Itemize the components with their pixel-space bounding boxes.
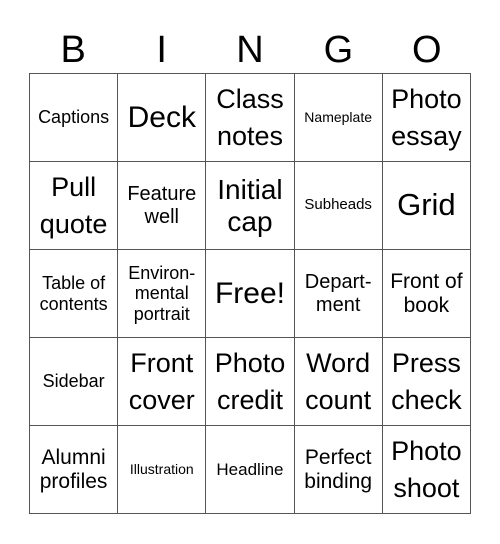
- bingo-cell[interactable]: Nameplate: [293, 73, 383, 162]
- bingo-cell[interactable]: Perfect binding: [293, 425, 383, 514]
- bingo-cell[interactable]: Photo essay: [381, 73, 472, 162]
- bingo-cell[interactable]: Headline: [205, 425, 295, 514]
- bingo-cell[interactable]: Alumni profiles: [28, 425, 119, 514]
- bingo-cell[interactable]: Table of contents: [28, 249, 119, 338]
- header-letter-o: O: [412, 29, 442, 71]
- bingo-cell[interactable]: Word count: [293, 337, 383, 426]
- grid-row: Captions Deck Class notes Nameplate Phot…: [28, 73, 472, 162]
- bingo-cell[interactable]: Illustration: [117, 425, 207, 514]
- bingo-cell[interactable]: Initial cap: [205, 161, 295, 250]
- bingo-cell[interactable]: Sidebar: [28, 337, 119, 426]
- grid-row: Pull quote Feature well Initial cap Subh…: [28, 161, 472, 250]
- header-letter-b: B: [60, 29, 86, 71]
- bingo-cell[interactable]: Captions: [28, 73, 119, 162]
- bingo-cell[interactable]: Deck: [117, 73, 207, 162]
- bingo-cell[interactable]: Class notes: [205, 73, 295, 162]
- grid-row: Table of contents Environ- mental portra…: [28, 249, 472, 338]
- bingo-cell[interactable]: Grid: [381, 161, 472, 250]
- bingo-cell[interactable]: Depart- ment: [293, 249, 383, 338]
- bingo-grid: Captions Deck Class notes Nameplate Phot…: [28, 73, 472, 514]
- bingo-cell[interactable]: Photo shoot: [381, 425, 472, 514]
- header-letter-i: I: [156, 29, 167, 71]
- bingo-cell[interactable]: Front cover: [117, 337, 207, 426]
- grid-row: Sidebar Front cover Photo credit Word co…: [28, 337, 472, 426]
- header-letter-n: N: [236, 29, 264, 71]
- bingo-cell[interactable]: Press check: [381, 337, 472, 426]
- bingo-cell[interactable]: Environ- mental portrait: [117, 249, 207, 338]
- free-space-cell[interactable]: Free!: [205, 249, 295, 338]
- bingo-cell[interactable]: Feature well: [117, 161, 207, 250]
- grid-row: Alumni profiles Illustration Headline Pe…: [28, 425, 472, 514]
- bingo-header: B I N G O: [29, 28, 471, 72]
- bingo-cell[interactable]: Front of book: [381, 249, 472, 338]
- header-letter-g: G: [323, 29, 354, 71]
- bingo-cell[interactable]: Pull quote: [28, 161, 119, 250]
- bingo-cell[interactable]: Photo credit: [205, 337, 295, 426]
- bingo-cell[interactable]: Subheads: [293, 161, 383, 250]
